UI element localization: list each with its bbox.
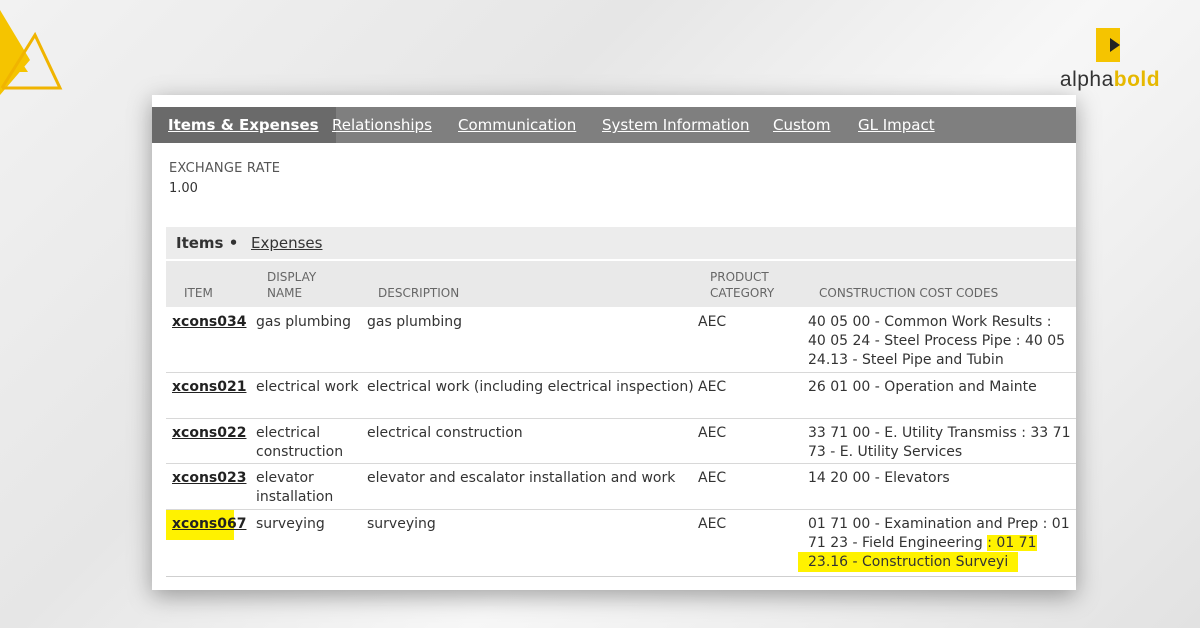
table-row: xcons067 surveying surveying AEC 01 71 0… [166, 510, 1076, 577]
display-name: gas plumbing [256, 314, 352, 330]
brand-mark-icon [1096, 28, 1120, 62]
display-name-line-2: construction [256, 444, 344, 460]
item-link[interactable]: xcons021 [172, 379, 246, 395]
col-display-name-2: NAME [267, 286, 303, 300]
display-name: surveying [256, 516, 325, 532]
tab-communication[interactable]: Communication [458, 107, 576, 143]
display-name: electrical [256, 425, 321, 441]
description: electrical work (including electrical in… [367, 379, 694, 395]
cost-code-line: 71 23 - Field Engineering : 01 71 [808, 535, 1037, 551]
corner-triangle-logo [0, 10, 63, 95]
product-category: AEC [698, 516, 727, 532]
item-link[interactable]: xcons022 [172, 425, 246, 441]
cost-code-line: 24.13 - Steel Pipe and Tubin [808, 352, 1004, 368]
subtab-bar: Items & Expenses Relationships Communica… [152, 107, 1076, 143]
cost-code-line: 14 20 00 - Elevators [808, 470, 950, 486]
subtab-expenses[interactable]: Expenses [251, 227, 322, 259]
brand-wordmark: alphabold [1059, 68, 1161, 91]
highlighted-code-line: 23.16 - Construction Surveyi [798, 552, 1019, 572]
table-row: xcons021 electrical work electrical work… [166, 373, 1076, 419]
subtab-items[interactable]: Items • [176, 227, 238, 259]
exchange-rate-label: EXCHANGE RATE [169, 161, 281, 176]
item-link[interactable]: xcons067 [172, 516, 246, 532]
col-product-category-2: CATEGORY [710, 286, 775, 300]
highlighted-code-text: : 01 71 [987, 535, 1037, 551]
col-construction-cost-codes: CONSTRUCTION COST CODES [819, 286, 999, 300]
description: elevator and escalator installation and … [367, 470, 676, 486]
tab-relationships[interactable]: Relationships [332, 107, 432, 143]
tab-custom[interactable]: Custom [773, 107, 830, 143]
description: electrical construction [367, 425, 523, 441]
sublist-tabs: Items • Expenses [166, 227, 1076, 259]
table-row: xcons022 electrical construction electri… [166, 419, 1076, 464]
cost-code-line: 33 71 00 - E. Utility Transmiss : 33 71 [808, 425, 1071, 441]
item-link[interactable]: xcons023 [172, 470, 246, 486]
display-name: electrical work [256, 379, 359, 395]
cost-code-line: 26 01 00 - Operation and Mainte [808, 379, 1037, 395]
display-name: elevator [256, 470, 314, 486]
table-row: xcons034 gas plumbing gas plumbing AEC 4… [166, 308, 1076, 373]
tab-gl-impact[interactable]: GL Impact [858, 107, 935, 143]
alphabold-logo: alphabold [1050, 28, 1170, 92]
col-product-category-1: PRODUCT [710, 270, 769, 284]
cost-code-line: 40 05 24 - Steel Process Pipe : 40 05 [808, 333, 1066, 349]
table-row: xcons023 elevator installation elevator … [166, 464, 1076, 510]
col-description: DESCRIPTION [378, 286, 460, 300]
col-display-name-1: DISPLAY [267, 270, 317, 284]
items-table-header: ITEM DISPLAY NAME DESCRIPTION PRODUCT CA… [166, 261, 1076, 307]
tab-items-expenses[interactable]: Items & Expenses [152, 107, 336, 143]
col-item: ITEM [184, 286, 213, 300]
tab-system-information[interactable]: System Information [602, 107, 750, 143]
cost-code-line: 01 71 00 - Examination and Prep : 01 [808, 516, 1070, 532]
record-card: Items & Expenses Relationships Communica… [152, 95, 1076, 590]
product-category: AEC [698, 425, 727, 441]
cost-code-line: 73 - E. Utility Services [808, 444, 963, 460]
description: gas plumbing [367, 314, 463, 330]
product-category: AEC [698, 314, 727, 330]
description: surveying [367, 516, 436, 532]
product-category: AEC [698, 470, 727, 486]
product-category: AEC [698, 379, 727, 395]
cost-code-line: 40 05 00 - Common Work Results : [808, 314, 1052, 330]
display-name-line-2: installation [256, 489, 334, 505]
item-link[interactable]: xcons034 [172, 314, 246, 330]
exchange-rate-value: 1.00 [169, 181, 198, 196]
